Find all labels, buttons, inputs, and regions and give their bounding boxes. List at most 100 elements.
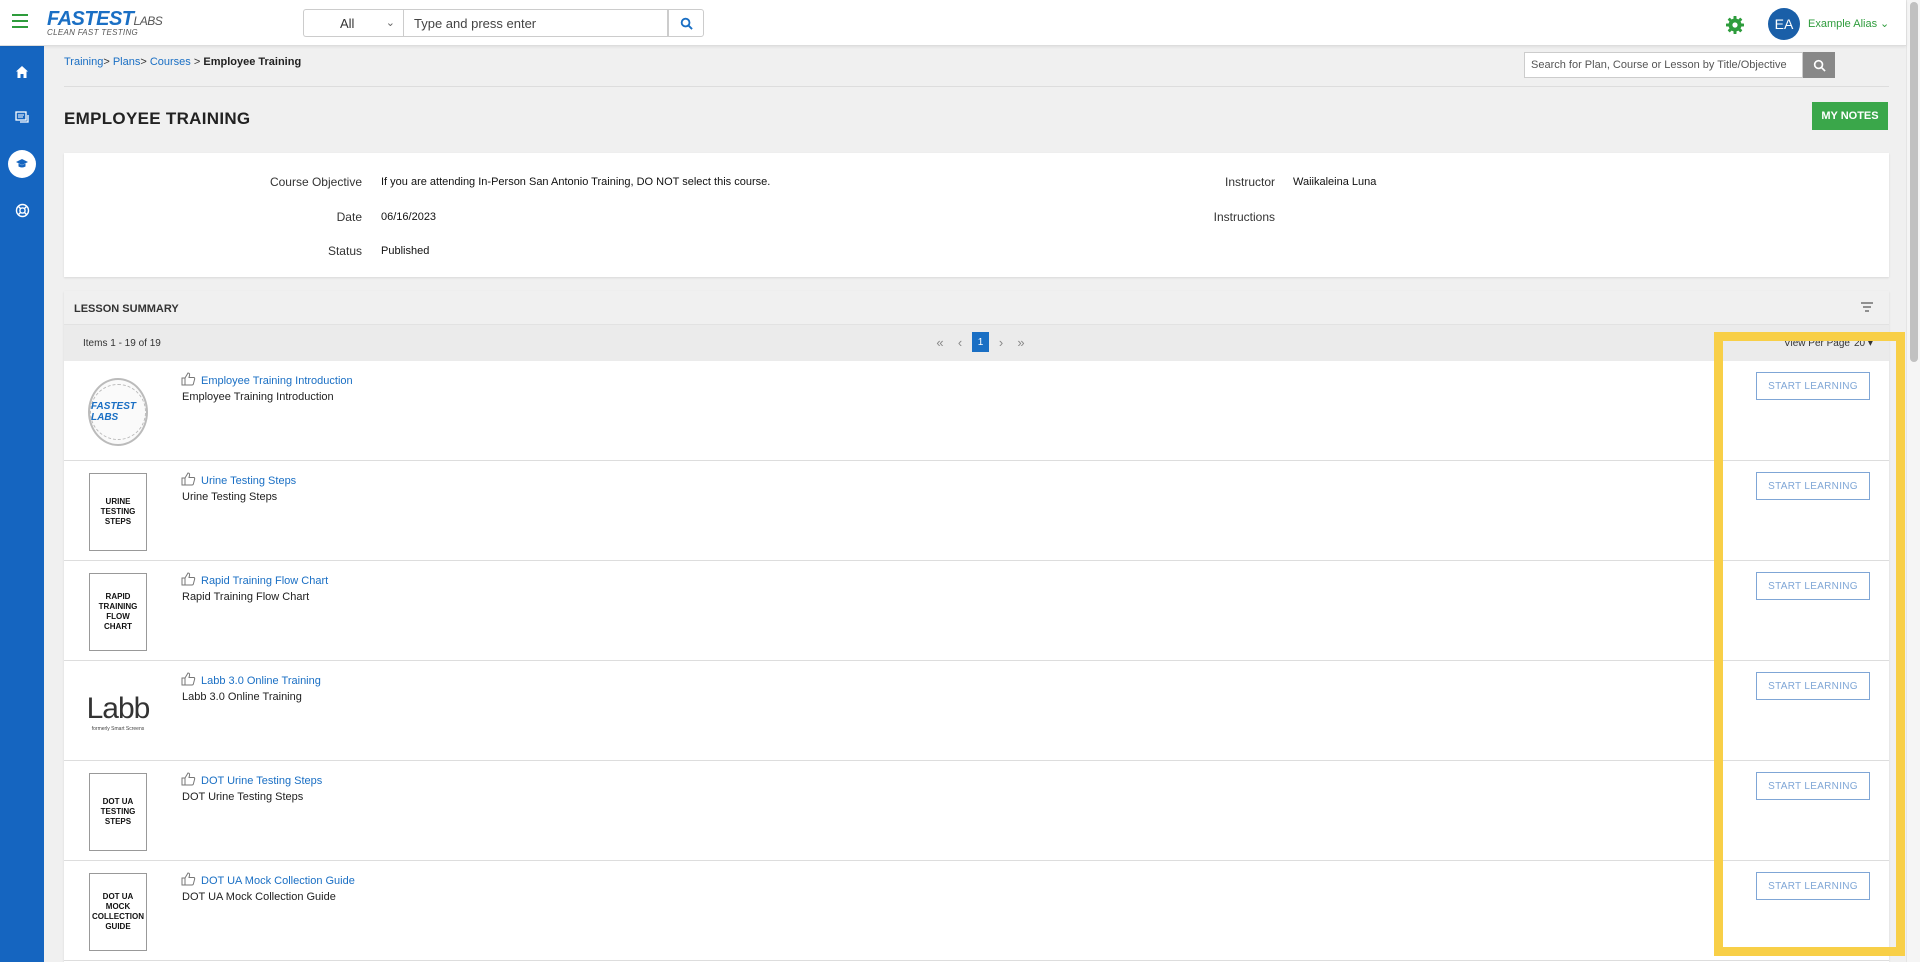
lesson-description: DOT UA Mock Collection Guide xyxy=(182,891,336,903)
thumbs-up-icon[interactable] xyxy=(181,572,196,586)
lesson-summary-title: LESSON SUMMARY xyxy=(74,303,179,315)
caret-down-icon: ▾ xyxy=(1867,338,1873,349)
lesson-description: Employee Training Introduction xyxy=(182,391,334,403)
filter-icon[interactable] xyxy=(1860,301,1874,313)
lesson-thumbnail[interactable]: DOT UA TESTING STEPS xyxy=(88,773,148,851)
start-learning-button[interactable]: START LEARNING xyxy=(1756,372,1870,400)
breadcrumb-plans[interactable]: Plans xyxy=(113,56,141,68)
lesson-summary-header: LESSON SUMMARY xyxy=(64,291,1889,325)
sidebar-item-training[interactable] xyxy=(8,150,36,178)
per-page-select[interactable]: 20 ▾ xyxy=(1854,338,1873,349)
thumbs-up-icon[interactable] xyxy=(181,372,196,386)
global-search-button[interactable] xyxy=(668,9,704,37)
lesson-title-link[interactable]: Labb 3.0 Online Training xyxy=(201,675,321,687)
page-scrollbar[interactable] xyxy=(1906,0,1920,962)
date-value: 06/16/2023 xyxy=(381,211,437,223)
sidebar-item-messages[interactable] xyxy=(8,104,36,132)
my-notes-button[interactable]: MY NOTES xyxy=(1812,102,1888,130)
lesson-description: Rapid Training Flow Chart xyxy=(182,591,310,603)
prev-page-icon[interactable]: ‹ xyxy=(952,332,968,352)
lesson-thumbnail-document: DOT UA MOCK COLLECTION GUIDE xyxy=(89,873,147,951)
divider xyxy=(64,86,1889,87)
course-objective-label: Course Objective xyxy=(269,175,362,189)
pagination-bar: Items 1 - 19 of 19 « ‹ 1 › » View Per Pa… xyxy=(64,325,1889,361)
top-header: FASTESTLABS CLEAN FAST TESTING All ⌄ EA … xyxy=(0,0,1906,46)
sidebar-item-support[interactable] xyxy=(8,196,36,224)
lesson-description: DOT Urine Testing Steps xyxy=(182,791,304,803)
thumbs-up-icon[interactable] xyxy=(181,472,196,486)
search-scope-select[interactable]: All ⌄ xyxy=(303,9,403,37)
lesson-thumbnail-document: RAPID TRAINING FLOW CHART xyxy=(89,573,147,651)
lesson-thumbnail-seal: FASTEST LABS xyxy=(88,378,148,446)
start-learning-button[interactable]: START LEARNING xyxy=(1756,772,1870,800)
sidebar xyxy=(0,46,44,962)
lifebuoy-icon xyxy=(15,203,29,217)
last-page-icon[interactable]: » xyxy=(1013,332,1029,352)
status-value: Published xyxy=(381,245,430,257)
breadcrumb-courses[interactable]: Courses xyxy=(150,56,191,68)
first-page-icon[interactable]: « xyxy=(932,332,948,352)
graduation-cap-icon xyxy=(16,159,28,168)
thumbs-up-icon[interactable] xyxy=(181,872,196,886)
lesson-summary-panel: LESSON SUMMARY Items 1 - 19 of 19 « ‹ 1 … xyxy=(64,291,1889,962)
pager: « ‹ 1 › » xyxy=(932,332,1029,352)
lesson-title-link[interactable]: DOT UA Mock Collection Guide xyxy=(201,875,355,887)
page-title: EMPLOYEE TRAINING xyxy=(64,109,251,128)
lesson-title-link[interactable]: DOT Urine Testing Steps xyxy=(201,775,322,787)
instructor-value: Waiikaleina Luna xyxy=(1293,176,1377,188)
lesson-row: DOT UA TESTING STEPS DOT Urine Testing S… xyxy=(64,761,1889,861)
scrollbar-thumb[interactable] xyxy=(1910,2,1918,362)
search-scope-value: All xyxy=(340,16,355,31)
lesson-description: Urine Testing Steps xyxy=(182,491,278,503)
lesson-thumbnail-document: DOT UA TESTING STEPS xyxy=(89,773,147,851)
home-icon xyxy=(16,66,28,78)
lesson-title-link[interactable]: Urine Testing Steps xyxy=(201,475,296,487)
start-learning-button[interactable]: START LEARNING xyxy=(1756,872,1870,900)
lesson-thumbnail[interactable]: FASTEST LABS xyxy=(88,373,148,451)
global-search-input[interactable] xyxy=(403,9,668,37)
items-count: Items 1 - 19 of 19 xyxy=(83,338,161,349)
next-page-icon[interactable]: › xyxy=(993,332,1009,352)
search-icon xyxy=(680,17,693,30)
user-avatar[interactable]: EA xyxy=(1768,8,1800,40)
lesson-title-link[interactable]: Rapid Training Flow Chart xyxy=(201,575,328,587)
start-learning-button[interactable]: START LEARNING xyxy=(1756,572,1870,600)
start-learning-button[interactable]: START LEARNING xyxy=(1756,672,1870,700)
lesson-title-link[interactable]: Employee Training Introduction xyxy=(201,375,353,387)
page-number[interactable]: 1 xyxy=(972,332,989,352)
thumbs-up-icon[interactable] xyxy=(181,772,196,786)
per-page-label: View Per Page xyxy=(1784,338,1850,349)
hamburger-menu-icon[interactable] xyxy=(12,14,34,32)
fastest-labs-logo[interactable]: FASTESTLABS CLEAN FAST TESTING xyxy=(47,8,163,42)
instructions-label: Instructions xyxy=(1213,210,1275,224)
lesson-row: DOT UA MOCK COLLECTION GUIDE DOT UA Mock… xyxy=(64,861,1889,961)
content-search-button[interactable] xyxy=(1803,52,1835,78)
user-name[interactable]: Example Alias xyxy=(1808,18,1877,30)
breadcrumb: Training> Plans> Courses > Employee Trai… xyxy=(64,56,302,68)
lesson-thumbnail[interactable]: URINE TESTING STEPS xyxy=(88,473,148,551)
lesson-description: Labb 3.0 Online Training xyxy=(182,691,302,703)
sidebar-item-home[interactable] xyxy=(8,58,36,86)
course-details-card: Course Objective If you are attending In… xyxy=(64,153,1889,277)
content-search-input[interactable] xyxy=(1524,52,1803,78)
gear-icon[interactable] xyxy=(1725,15,1745,35)
labb-logo: Labb formerly Smart Screens xyxy=(86,692,151,732)
breadcrumb-training[interactable]: Training xyxy=(64,56,103,68)
main-content: Training> Plans> Courses > Employee Trai… xyxy=(44,46,1906,962)
chat-icon xyxy=(14,111,29,123)
thumbs-up-icon[interactable] xyxy=(181,672,196,686)
lesson-thumbnail[interactable]: DOT UA MOCK COLLECTION GUIDE xyxy=(88,873,148,951)
breadcrumb-current: Employee Training xyxy=(203,56,302,68)
lesson-thumbnail[interactable]: RAPID TRAINING FLOW CHART xyxy=(88,573,148,651)
user-menu-chevron-icon[interactable]: ⌄ xyxy=(1880,17,1889,30)
lesson-row: RAPID TRAINING FLOW CHART Rapid Training… xyxy=(64,561,1889,661)
status-label: Status xyxy=(327,244,362,258)
lesson-row: FASTEST LABS Employee Training Introduct… xyxy=(64,361,1889,461)
lesson-thumbnail[interactable]: Labb formerly Smart Screens xyxy=(86,673,151,751)
start-learning-button[interactable]: START LEARNING xyxy=(1756,472,1870,500)
search-icon xyxy=(1813,59,1826,72)
lesson-row: URINE TESTING STEPS Urine Testing Steps … xyxy=(64,461,1889,561)
lesson-thumbnail-document: URINE TESTING STEPS xyxy=(89,473,147,551)
instructor-label: Instructor xyxy=(1224,175,1275,189)
chevron-down-icon: ⌄ xyxy=(385,17,395,29)
